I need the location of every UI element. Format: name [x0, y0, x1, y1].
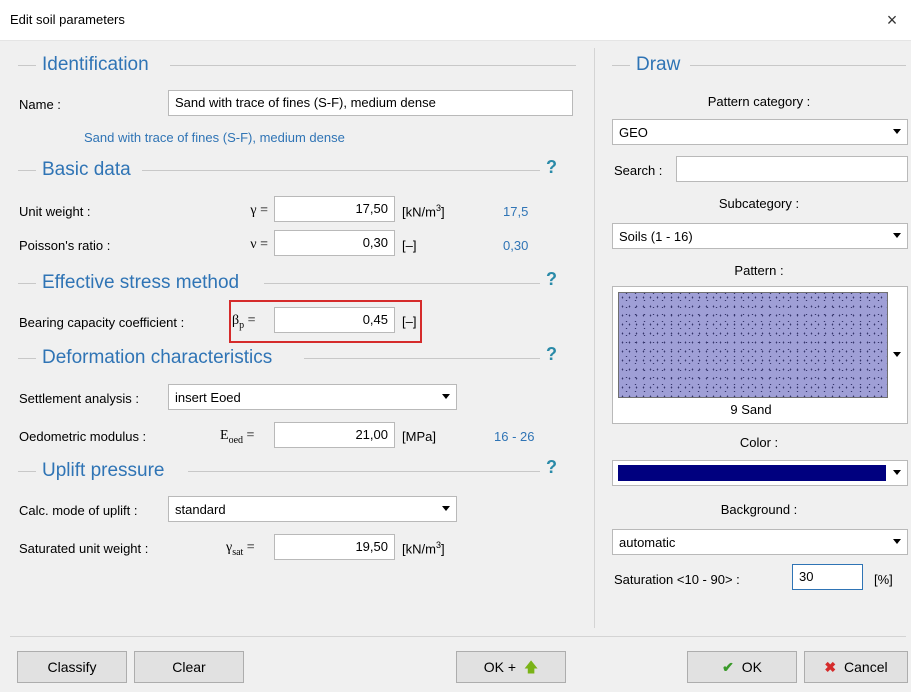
oedometric-unit: [MPa]: [402, 429, 436, 444]
window-title: Edit soil parameters: [10, 12, 125, 27]
section-identification: Identification: [18, 54, 576, 76]
nu-symbol: ν =: [250, 237, 268, 252]
section-uplift-title: Uplift pressure: [42, 460, 165, 481]
section-effective-stress-title: Effective stress method: [42, 272, 240, 293]
color-label: Color :: [739, 435, 779, 450]
subcategory-select[interactable]: Soils (1 - 16): [612, 223, 908, 249]
ok-label: OK: [741, 659, 762, 675]
panel-divider: [594, 48, 595, 628]
unit-weight-ref: 17,5: [503, 204, 529, 219]
section-deformation: Deformation characteristics: [18, 347, 576, 369]
subcategory-label: Subcategory :: [718, 196, 800, 211]
poisson-ref: 0,30: [503, 238, 529, 253]
name-hint: Sand with trace of fines (S-F), medium d…: [84, 130, 345, 145]
background-value: automatic: [619, 535, 676, 550]
close-icon[interactable]: ×: [879, 7, 905, 33]
bearing-capacity-label: Bearing capacity coefficient :: [19, 315, 185, 330]
pattern-category-label: Pattern category :: [707, 94, 811, 109]
chevron-down-icon: [893, 539, 901, 544]
section-uplift: Uplift pressure: [18, 460, 576, 482]
saturated-weight-label: Saturated unit weight :: [19, 541, 149, 556]
ok-button[interactable]: ✔ OK: [687, 651, 797, 683]
color-swatch: [618, 465, 886, 481]
clear-button[interactable]: Clear: [134, 651, 244, 683]
subcategory-value: Soils (1 - 16): [619, 229, 693, 244]
bottom-divider: [10, 636, 906, 637]
help-icon[interactable]: ?: [546, 344, 557, 365]
chevron-down-icon: [893, 470, 901, 475]
sand-pattern-swatch: [618, 292, 888, 398]
section-identification-title: Identification: [42, 54, 149, 75]
section-basic-data: Basic data: [18, 159, 576, 181]
section-draw: Draw: [612, 54, 906, 76]
chevron-down-icon: [893, 233, 901, 238]
poisson-unit: [–]: [402, 238, 417, 253]
saturation-unit: [%]: [874, 572, 893, 587]
background-select[interactable]: automatic: [612, 529, 908, 555]
chevron-down-icon: [893, 129, 901, 134]
checkmark-icon: ✔: [722, 659, 734, 675]
search-input[interactable]: [676, 156, 908, 182]
name-input[interactable]: Sand with trace of fines (S-F), medium d…: [168, 90, 573, 116]
calc-mode-label: Calc. mode of uplift :: [19, 503, 138, 518]
oedometric-ref: 16 - 26: [494, 429, 535, 444]
gamma-symbol: γ =: [250, 203, 268, 218]
section-deformation-title: Deformation characteristics: [42, 347, 273, 368]
settlement-select[interactable]: insert Eoed: [168, 384, 457, 410]
search-label: Search :: [614, 163, 663, 178]
background-label: Background :: [720, 502, 798, 517]
classify-button[interactable]: Classify: [17, 651, 127, 683]
cancel-icon: ✖: [824, 659, 837, 675]
help-icon[interactable]: ?: [546, 157, 557, 178]
oedometric-input[interactable]: 21,00: [274, 422, 395, 448]
saturated-weight-input[interactable]: 19,50: [274, 534, 395, 560]
cancel-button[interactable]: ✖ Cancel: [804, 651, 908, 683]
help-icon[interactable]: ?: [546, 269, 557, 290]
section-effective-stress: Effective stress method: [18, 272, 576, 294]
name-label: Name :: [19, 97, 61, 112]
calc-mode-value: standard: [175, 502, 226, 517]
chevron-down-icon: [893, 352, 901, 357]
saturation-input[interactable]: 30: [792, 564, 863, 590]
poisson-label: Poisson's ratio :: [19, 238, 111, 253]
pattern-name: 9 Sand: [730, 402, 772, 417]
cancel-label: Cancel: [844, 659, 888, 675]
unit-weight-label: Unit weight :: [19, 204, 91, 219]
pattern-label: Pattern :: [734, 263, 784, 278]
pattern-category-value: GEO: [619, 125, 648, 140]
eoed-symbol: Eoed =: [220, 428, 255, 446]
unit-weight-input[interactable]: 17,50: [274, 196, 395, 222]
poisson-input[interactable]: 0,30: [274, 230, 395, 256]
saturation-label: Saturation <10 - 90> :: [614, 572, 740, 587]
chevron-down-icon: [442, 506, 450, 511]
chevron-down-icon: [442, 394, 450, 399]
oedometric-label: Oedometric modulus :: [19, 429, 147, 444]
settlement-value: insert Eoed: [175, 390, 241, 405]
pattern-category-select[interactable]: GEO: [612, 119, 908, 145]
arrow-up-icon: 🡅: [523, 659, 539, 675]
settlement-label: Settlement analysis :: [19, 391, 139, 406]
section-draw-title: Draw: [636, 54, 681, 75]
ok-plus-label: OK +: [483, 659, 516, 675]
gamma-sat-symbol: γsat =: [226, 540, 255, 558]
unit-weight-unit: [kN/m3]: [402, 203, 445, 220]
calc-mode-select[interactable]: standard: [168, 496, 457, 522]
pattern-select[interactable]: 9 Sand: [612, 286, 908, 424]
ok-plus-button[interactable]: OK + 🡅: [456, 651, 566, 683]
help-icon[interactable]: ?: [546, 457, 557, 478]
highlight-box: [229, 300, 422, 343]
saturated-weight-unit: [kN/m3]: [402, 540, 445, 557]
section-basic-data-title: Basic data: [42, 159, 131, 180]
title-bar: Edit soil parameters ×: [0, 0, 911, 41]
color-select[interactable]: [612, 460, 908, 486]
